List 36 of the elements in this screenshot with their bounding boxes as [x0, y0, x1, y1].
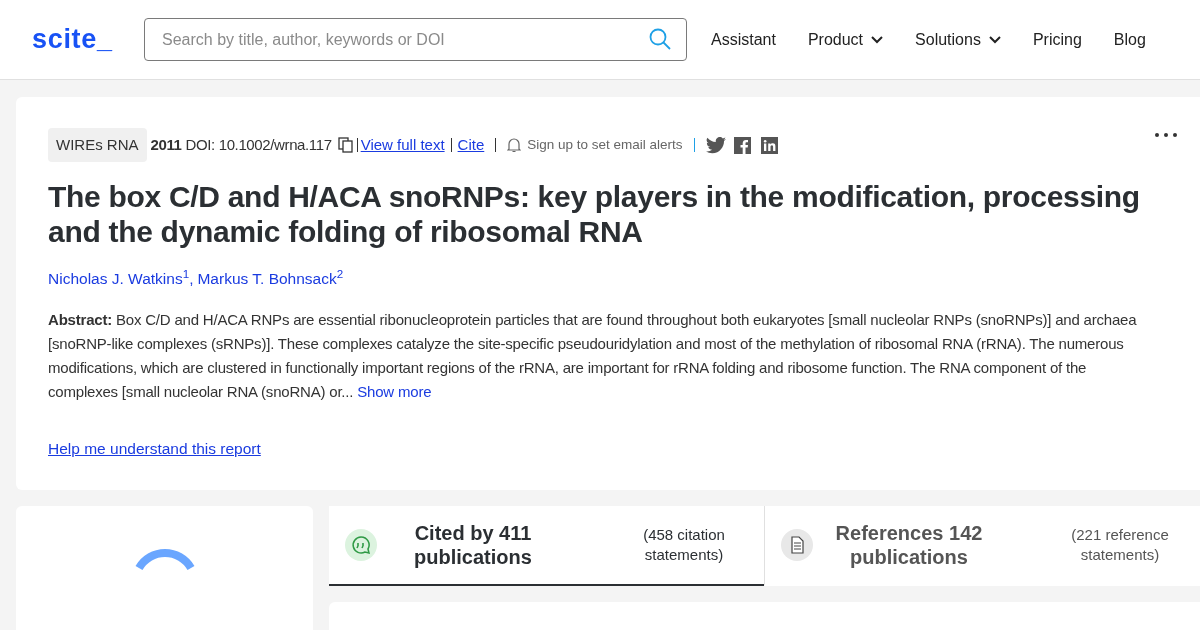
nav-link[interactable]: Solutions	[915, 27, 1001, 52]
journal-badge[interactable]: WIREs RNA	[48, 127, 147, 163]
nav-link[interactable]: Assistant	[711, 27, 776, 52]
nav-link[interactable]: Pricing	[1032, 27, 1082, 52]
year: 2011	[150, 134, 182, 155]
bell-icon[interactable]	[507, 137, 522, 153]
copy-icon[interactable]	[337, 137, 354, 153]
more-options-icon[interactable]	[1155, 133, 1177, 137]
author-link[interactable]: Markus T. Bohnsack$^{2}$	[197, 267, 344, 291]
statement-count: (221 reference statements)	[1070, 525, 1170, 565]
facebook-icon[interactable]	[733, 136, 751, 154]
email-alerts-link[interactable]: Sign up to set email alerts	[527, 134, 683, 156]
help-link[interactable]: Help me understand this report	[48, 437, 261, 461]
doi-text: DOI: 10.1002/wrna.117	[185, 134, 332, 155]
loading-spinner	[134, 546, 195, 572]
author-link[interactable]: Nicholas J. Watkins$^{1}$	[48, 267, 190, 291]
tab[interactable]: References 142 publications (221 reference statements)	[764, 506, 1200, 586]
bird-icon[interactable]	[705, 136, 726, 154]
logo[interactable]: scite_	[32, 19, 144, 60]
view-full-text-link[interactable]: View full text	[360, 133, 445, 157]
tab[interactable]: Cited by 411 publications (458 citation statements)	[329, 506, 764, 586]
linkedin-icon[interactable]	[760, 136, 778, 154]
search-field[interactable]: Search by title, author, keywords or DOI	[144, 18, 687, 61]
quote-bubble-icon	[345, 529, 377, 561]
nav-link[interactable]: Blog	[1113, 27, 1146, 52]
paper-title: The box C/D and H/ACA snoRNPs: key players in the modification, processing and the dynamic folding of ribosomal RNA	[48, 179, 1141, 249]
tab-title: References 142 publications	[834, 521, 984, 569]
comma: ,	[189, 269, 194, 289]
cite-link[interactable]: Cite	[457, 133, 485, 157]
tab-title: Cited by 411 publications	[413, 521, 533, 569]
abstract-text: Abstract: Box C/D and H/ACA RNPs are essential ribonucleoprotein particles that are found throughout both eukaryotes [small nucleolar RNPs (snoRNPs)] and archaea [snoRNP-like complexes (sRNPs)]. These complexes catalyze the site-specific pseudouridylation and most of the methylation of ribosomal RNA (rRNA). The numerous modifications, which are clustered in functionally important regions of the rRNA, are important for rRNA folding and ribosome function. The RNA component of the complexes [small nucleolar RNA (snoRNA) or... Show more	[48, 310, 1138, 403]
document-icon	[781, 529, 813, 561]
search-icon[interactable]	[649, 28, 671, 50]
show-more-link[interactable]: Show more	[357, 383, 432, 401]
statement-count: (458 citation statements)	[642, 525, 726, 565]
nav-link[interactable]: Product	[807, 27, 884, 52]
